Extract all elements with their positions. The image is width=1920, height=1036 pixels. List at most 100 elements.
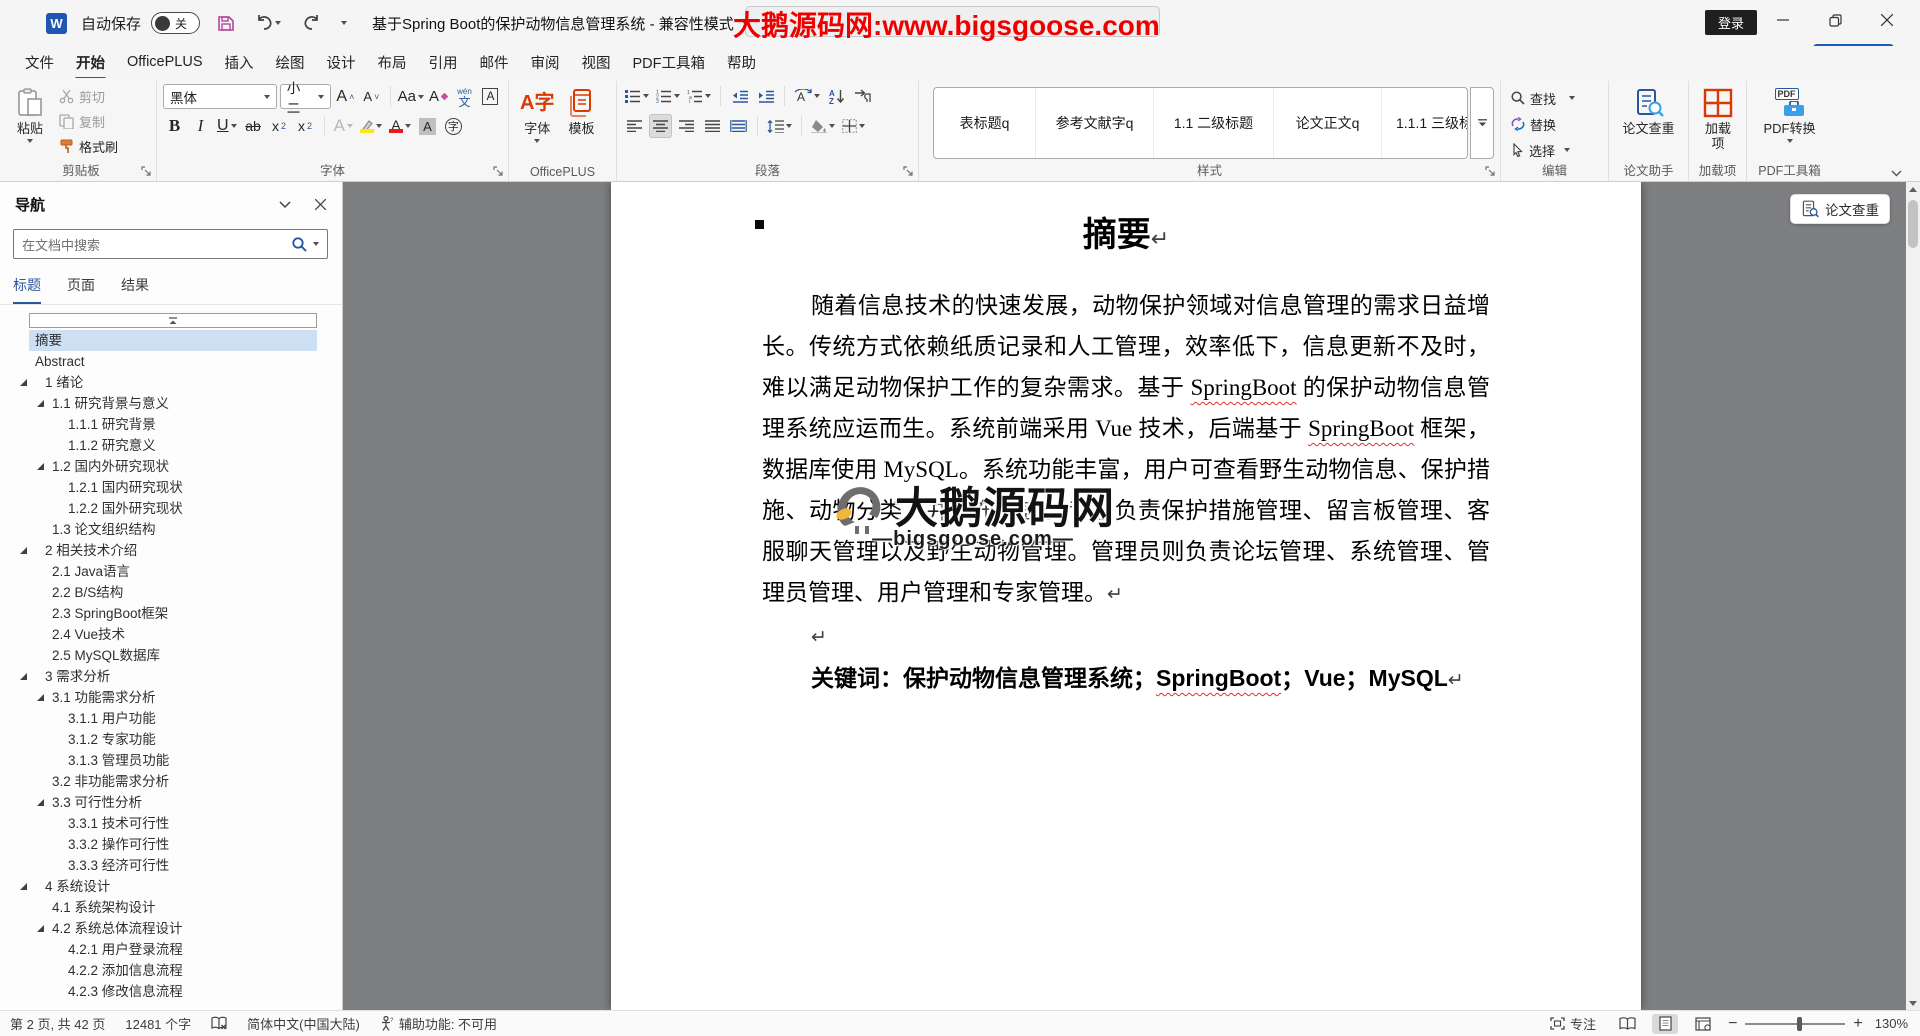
nav-item[interactable]: 2.1 Java语言 (0, 561, 342, 582)
paragraph-dialog-launcher[interactable] (903, 166, 915, 178)
focus-mode-button[interactable]: 专注 (1550, 1014, 1596, 1033)
web-layout-button[interactable] (1690, 1014, 1716, 1034)
nav-item[interactable]: 3.3.2 操作可行性 (0, 834, 342, 855)
nav-item[interactable]: Abstract (0, 351, 342, 372)
copy-button[interactable]: 复制 (55, 109, 122, 133)
menu-tab-设计[interactable]: 设计 (316, 47, 367, 78)
shrink-font-button[interactable]: A ˅ (360, 85, 383, 109)
menu-tab-开始[interactable]: 开始 (65, 47, 116, 80)
accessibility-status[interactable]: ? 辅助功能: 不可用 (380, 1014, 497, 1033)
numbering-button[interactable]: 123 (654, 84, 682, 108)
text-effects-button[interactable]: A (332, 114, 355, 138)
nav-item[interactable]: 1.2.2 国外研究现状 (0, 498, 342, 519)
expand-triangle-icon[interactable] (37, 925, 44, 932)
search-options-icon[interactable] (313, 242, 319, 246)
expand-triangle-icon[interactable] (37, 463, 44, 470)
nav-pane-options-button[interactable] (279, 200, 291, 209)
align-right-button[interactable] (675, 114, 698, 138)
nav-item[interactable]: 3.3.1 技术可行性 (0, 813, 342, 834)
paper-check-float-button[interactable]: 论文查重 (1790, 194, 1890, 224)
scroll-up-arrow[interactable] (1906, 182, 1920, 196)
scroll-down-arrow[interactable] (1906, 996, 1920, 1010)
word-logo-icon[interactable]: W (46, 12, 67, 34)
menu-tab-插入[interactable]: 插入 (214, 47, 265, 78)
cut-button[interactable]: 剪切 (55, 84, 122, 108)
highlight-color-button[interactable] (358, 114, 384, 138)
expand-triangle-icon[interactable] (37, 694, 44, 701)
nav-item[interactable]: 3.1.1 用户功能 (0, 708, 342, 729)
nav-item[interactable]: 2.5 MySQL数据库 (0, 645, 342, 666)
font-dialog-launcher[interactable] (493, 166, 505, 178)
replace-button[interactable]: 替换 (1507, 112, 1602, 136)
collapse-ribbon-button[interactable] (1891, 170, 1902, 177)
grow-font-button[interactable]: A ˄ (334, 85, 357, 109)
nav-item[interactable]: 2.2 B/S结构 (0, 582, 342, 603)
font-size-combo[interactable]: 小二 (279, 81, 331, 116)
document-page[interactable]: 摘要↵ 随着信息技术的快速发展，动物保护领域对信息管理的需求日益增长。传统方式依… (611, 182, 1641, 1010)
nav-item[interactable]: 4.2.1 用户登录流程 (0, 939, 342, 960)
nav-item[interactable]: 4 系统设计 (0, 876, 342, 897)
close-button[interactable] (1864, 0, 1910, 40)
minimize-button[interactable] (1760, 0, 1806, 40)
bullets-button[interactable] (623, 84, 651, 108)
justify-button[interactable] (701, 114, 724, 138)
nav-item[interactable]: 1.2.1 国内研究现状 (0, 477, 342, 498)
decrease-indent-button[interactable] (728, 84, 751, 108)
undo-button[interactable] (252, 10, 284, 36)
quick-access-more-button[interactable] (338, 10, 350, 36)
expand-triangle-icon[interactable] (37, 799, 44, 806)
nav-item[interactable]: 2.4 Vue技术 (0, 624, 342, 645)
menu-tab-引用[interactable]: 引用 (418, 47, 469, 78)
nav-pane-close-button[interactable] (315, 199, 326, 210)
vertical-scrollbar[interactable] (1906, 182, 1920, 1010)
nav-item[interactable]: 3.3.3 经济可行性 (0, 855, 342, 876)
zoom-out-button[interactable]: − (1728, 1015, 1737, 1033)
document-title[interactable]: 基于Spring Boot的保护动物信息管理系统 - 兼容性模式 (372, 13, 748, 34)
word-count[interactable]: 12481 个字 (125, 1014, 191, 1033)
officeplus-templates-button[interactable]: 模板 (562, 84, 600, 162)
login-button[interactable]: 登录 (1705, 10, 1757, 35)
page-indicator[interactable]: 第 2 页, 共 42 页 (10, 1014, 105, 1033)
subscript-button[interactable]: x2 (268, 114, 291, 138)
nav-item[interactable]: 1.3 论文组织结构 (0, 519, 342, 540)
pdf-convert-button[interactable]: PDF PDF转换 (1753, 84, 1826, 162)
expand-triangle-icon[interactable] (20, 883, 27, 890)
shading-button[interactable] (809, 114, 837, 138)
read-mode-button[interactable] (1614, 1014, 1640, 1034)
increase-indent-button[interactable] (754, 84, 777, 108)
nav-tab-结果[interactable]: 结果 (121, 275, 149, 304)
change-case-button[interactable]: Aa (398, 85, 425, 109)
restore-button[interactable] (1812, 0, 1858, 40)
nav-item[interactable]: 4.2.2 添加信息流程 (0, 960, 342, 981)
menu-tab-布局[interactable]: 布局 (367, 47, 418, 78)
redo-button[interactable] (298, 10, 324, 36)
zoom-slider-thumb[interactable] (1797, 1016, 1803, 1031)
sort-button[interactable]: AZ (825, 84, 848, 108)
nav-item[interactable]: 3 需求分析 (0, 666, 342, 687)
zoom-level[interactable]: 130% (1875, 1016, 1908, 1031)
paste-button[interactable]: 粘贴 (12, 84, 48, 162)
distribute-button[interactable] (727, 114, 750, 138)
menu-tab-邮件[interactable]: 邮件 (469, 47, 520, 78)
nav-item[interactable]: 4.2.3 修改信息流程 (0, 981, 342, 1002)
italic-button[interactable]: I (189, 114, 212, 138)
menu-tab-审阅[interactable]: 审阅 (520, 47, 571, 78)
nav-item[interactable]: 3.1.2 专家功能 (0, 729, 342, 750)
asian-layout-button[interactable]: A (792, 84, 822, 108)
clear-formatting-button[interactable]: A (427, 85, 450, 109)
nav-item[interactable]: 3.3 可行性分析 (0, 792, 342, 813)
nav-item[interactable]: 3.1.3 管理员功能 (0, 750, 342, 771)
nav-item[interactable]: 4.2 系统总体流程设计 (0, 918, 342, 939)
nav-item[interactable]: 1 绪论 (0, 372, 342, 393)
line-spacing-button[interactable] (765, 114, 794, 138)
nav-item[interactable]: 3.2 非功能需求分析 (0, 771, 342, 792)
zoom-in-button[interactable]: + (1853, 1015, 1862, 1033)
nav-item[interactable]: 4.1 系统架构设计 (0, 897, 342, 918)
officeplus-fonts-button[interactable]: A字 字体 (515, 84, 559, 162)
phonetic-guide-button[interactable]: wén 文 (453, 85, 476, 109)
multilevel-list-button[interactable]: 1ai (685, 84, 713, 108)
bold-button[interactable]: B (163, 114, 186, 138)
zoom-slider[interactable] (1745, 1016, 1846, 1031)
font-name-combo[interactable]: 黑体 (163, 84, 277, 109)
style-preset[interactable]: 论文正文q (1274, 88, 1382, 158)
